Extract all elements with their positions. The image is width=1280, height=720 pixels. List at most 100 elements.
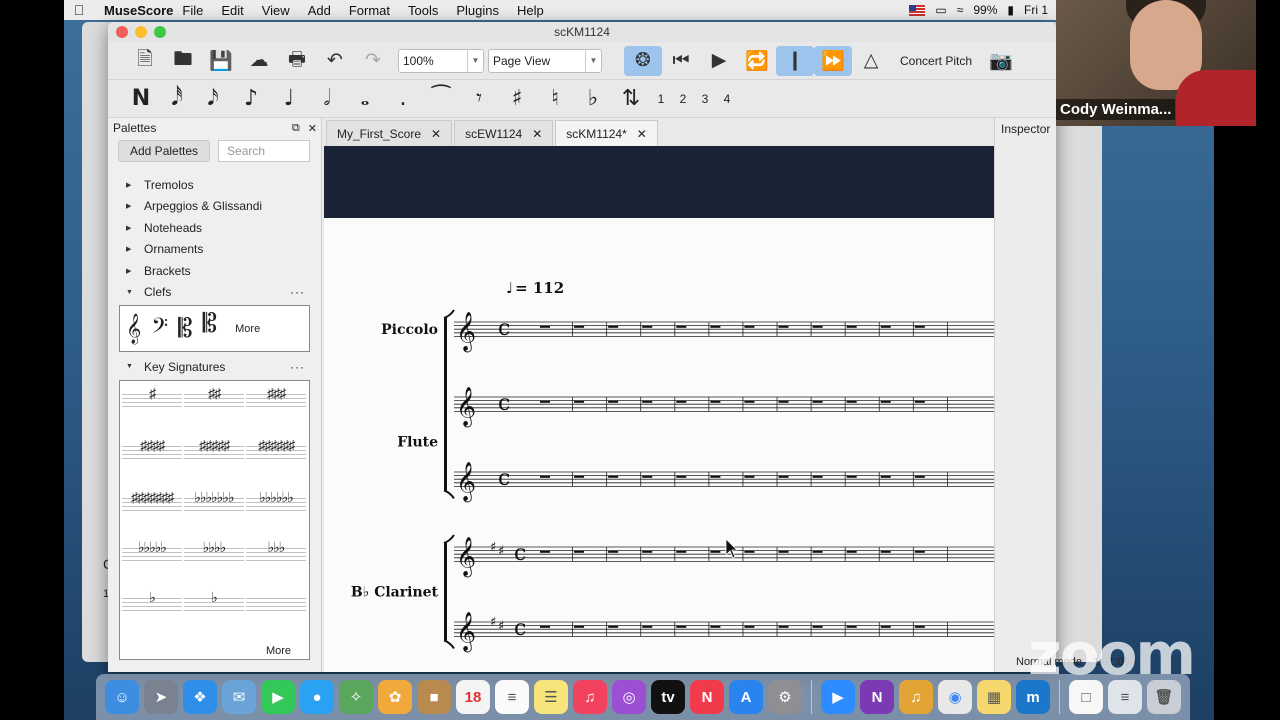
zoom-window-button[interactable] <box>154 26 166 38</box>
sharp-icon[interactable]: ♯ <box>498 84 536 114</box>
close-tab-icon[interactable]: ✕ <box>532 127 542 141</box>
tenor-clef-icon[interactable]: 𝄡 <box>203 308 218 340</box>
metronome-icon[interactable]: △ <box>852 46 890 76</box>
tempo-marking[interactable]: ♩ = 112 <box>506 279 564 297</box>
palette-key-signatures[interactable]: ▼ Key Signatures ··· <box>108 356 321 378</box>
key-sig-7-flats[interactable]: ♭♭♭♭♭♭♭ <box>184 489 244 521</box>
garageband-icon[interactable]: ♫ <box>899 680 933 714</box>
concert-pitch-toggle[interactable]: Concert Pitch <box>890 54 982 68</box>
apple-logo-icon[interactable]:  <box>64 2 94 18</box>
key-sig-7-sharps[interactable]: ♯♯♯♯♯♯♯ <box>122 489 182 521</box>
trash-icon[interactable]: 🗑 <box>1147 680 1181 714</box>
voice-1-button[interactable]: 1 <box>650 92 672 106</box>
news-icon[interactable]: N <box>690 680 724 714</box>
palette-menu-icon[interactable]: ··· <box>290 360 321 374</box>
key-sig-1-flat[interactable]: ♭ <box>122 589 182 621</box>
palette-search-input[interactable]: Search <box>218 140 311 162</box>
key-sig-3-sharps[interactable]: ♯♯♯ <box>246 385 306 417</box>
clock[interactable]: Fri 1 <box>1024 3 1048 17</box>
menu-plugins[interactable]: Plugins <box>447 3 508 18</box>
eighth-note-icon[interactable]: ♪ <box>232 84 270 114</box>
undock-icon[interactable]: ⧉ <box>292 122 300 135</box>
input-source-flag-icon[interactable] <box>909 4 926 16</box>
bass-clef-icon[interactable]: 𝄢 <box>151 313 168 345</box>
undo-icon[interactable]: ↶ <box>316 46 354 76</box>
chrome-icon[interactable]: ◉ <box>938 680 972 714</box>
score-notation[interactable]: PiccoloFluteB♭ Clarinet𝄞 c𝄞 c𝄞 c𝄞 ♯ ♯ c𝄞 ♯ ♯ c ♩ =… <box>324 218 994 672</box>
augmentation-dot-icon[interactable]: . <box>384 84 422 114</box>
messages-icon[interactable]: ● <box>300 680 334 714</box>
menu-tools[interactable]: Tools <box>399 3 447 18</box>
close-tab-icon[interactable]: ✕ <box>431 127 441 141</box>
tab-my-first-score[interactable]: My_First_Score ✕ <box>326 120 453 146</box>
key-sig-6-flats[interactable]: ♭♭♭♭♭♭ <box>246 489 306 521</box>
voice-4-button[interactable]: 4 <box>716 92 738 106</box>
new-score-icon[interactable]: 🗎 <box>126 46 164 76</box>
palette-menu-icon[interactable]: ··· <box>290 285 321 299</box>
save-icon[interactable]: 💾 <box>202 46 240 76</box>
flip-direction-icon[interactable]: ⇅ <box>612 84 650 114</box>
treble-clef-icon[interactable]: 𝄞 <box>126 313 141 345</box>
key-sig-2-flats[interactable]: ♭ <box>184 589 244 621</box>
palette-arpeggios-glissandi[interactable]: ▶ Arpeggios & Glissandi <box>108 196 321 218</box>
minimize-window-button[interactable] <box>135 26 147 38</box>
natural-icon[interactable]: ♮ <box>536 84 574 114</box>
loop-icon[interactable]: 🔁 <box>738 46 776 76</box>
contacts-icon[interactable]: ■ <box>417 680 451 714</box>
alto-clef-icon[interactable]: 𝄡 <box>178 313 193 345</box>
flat-icon[interactable]: ♭ <box>574 84 612 114</box>
menu-view[interactable]: View <box>253 3 299 18</box>
safari-icon[interactable]: ❖ <box>183 680 217 714</box>
finder-icon[interactable]: ☺ <box>105 680 139 714</box>
tab-scew1124[interactable]: scEW1124 ✕ <box>454 120 554 146</box>
preview-icon[interactable]: ▦ <box>977 680 1011 714</box>
key-sig-5-flats[interactable]: ♭♭♭♭♭ <box>122 539 182 571</box>
musescore-app-icon[interactable]: m <box>1016 680 1050 714</box>
thirtysecond-note-icon[interactable]: 𝅘𝅥𝅰 <box>160 84 194 114</box>
apple-tv-icon[interactable]: tv <box>651 680 685 714</box>
menu-format[interactable]: Format <box>340 3 399 18</box>
reminders-icon[interactable]: ≡ <box>495 680 529 714</box>
image-capture-icon[interactable]: 📷 <box>982 46 1020 76</box>
launchpad-icon[interactable]: ➤ <box>144 680 178 714</box>
app-store-icon[interactable]: A <box>729 680 763 714</box>
palette-clefs[interactable]: ▼ Clefs ··· <box>108 282 321 304</box>
rest-icon[interactable]: 𝄾 <box>460 84 498 114</box>
key-sig-4-sharps[interactable]: ♯♯♯♯ <box>122 437 182 469</box>
tab-sckm1124[interactable]: scKM1124* ✕ <box>555 120 658 146</box>
palette-ornaments[interactable]: ▶ Ornaments <box>108 239 321 261</box>
airplay-icon[interactable]: ▭ <box>935 3 946 17</box>
facetime-icon[interactable]: ▶ <box>261 680 295 714</box>
play-repeats-icon[interactable]: ❙ <box>776 45 814 76</box>
close-tab-icon[interactable]: ✕ <box>637 127 647 141</box>
add-palettes-button[interactable]: Add Palettes <box>118 140 211 162</box>
view-mode-select[interactable]: Page View ▼ <box>488 48 602 73</box>
clefs-more-button[interactable]: More <box>235 323 260 335</box>
print-icon[interactable]: 🖶 <box>278 46 316 76</box>
system-preferences-icon[interactable]: ⚙ <box>768 680 802 714</box>
voice-2-button[interactable]: 2 <box>672 92 694 106</box>
key-sig-6-sharps[interactable]: ♯♯♯♯♯♯ <box>246 437 306 469</box>
battery-icon[interactable]: ▮ <box>1007 3 1014 17</box>
tie-icon[interactable]: ⁀ <box>422 84 460 114</box>
mail-icon[interactable]: ✉ <box>222 680 256 714</box>
podcasts-icon[interactable]: ◎ <box>612 680 646 714</box>
whole-note-icon[interactable]: 𝅝 <box>346 84 384 114</box>
key-sig-2-sharps[interactable]: ♯♯ <box>184 385 244 417</box>
photos-icon[interactable]: ✿ <box>378 680 412 714</box>
menu-file[interactable]: File <box>173 3 212 18</box>
midi-input-icon[interactable]: ❂ <box>624 45 662 76</box>
zoom-participant-video[interactable]: Cody Weinma... <box>1056 0 1256 126</box>
notes-icon[interactable]: ☰ <box>534 680 568 714</box>
key-sig-5-sharps[interactable]: ♯♯♯♯♯ <box>184 437 244 469</box>
key-sig-4-flats[interactable]: ♭♭♭♭ <box>184 539 244 571</box>
open-folder-icon[interactable]: 🖿 <box>164 46 202 76</box>
key-signatures-more-button[interactable]: More <box>266 645 291 657</box>
menu-add[interactable]: Add <box>299 3 340 18</box>
menu-edit[interactable]: Edit <box>212 3 252 18</box>
palette-noteheads[interactable]: ▶ Noteheads <box>108 217 321 239</box>
pan-score-icon[interactable]: ⏩ <box>814 45 852 76</box>
maps-icon[interactable]: ✧ <box>339 680 373 714</box>
music-icon[interactable]: ♫ <box>573 680 607 714</box>
score-canvas[interactable]: Piccolo Flute B♭ Clarinet 𝄞 c 𝄞 c 𝄞 c 𝄞 ♯ ♯ c 𝄞 ♯ ♯ c ♩ =… <box>324 146 994 672</box>
